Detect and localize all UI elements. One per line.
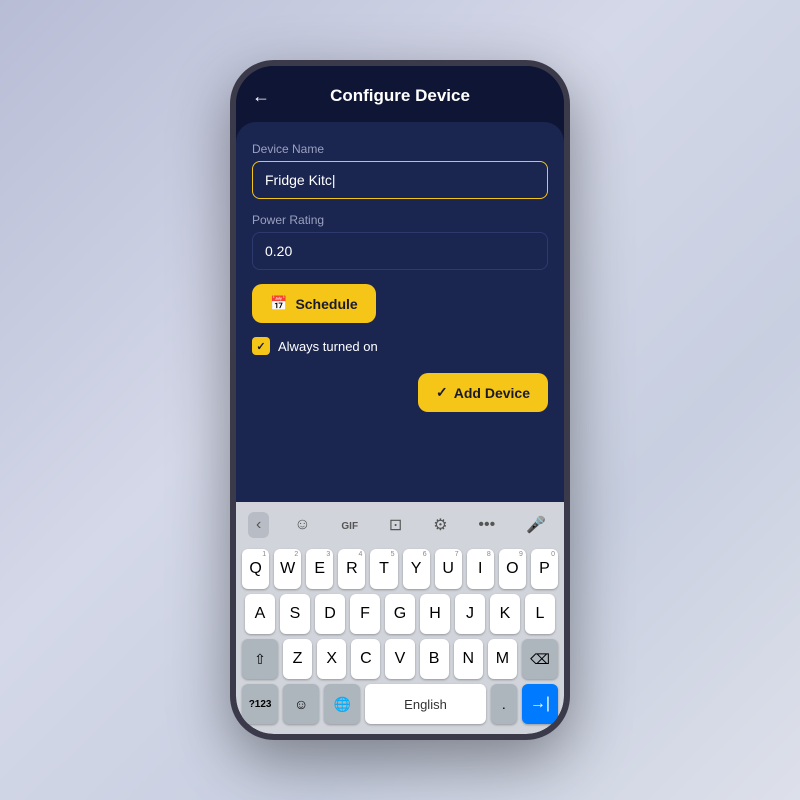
- phone-frame: ← Configure Device Device Name Power Rat…: [230, 60, 570, 740]
- keyboard-row-1: Q1 W2 E3 R4 T5 Y6 U7 I8 O9 P0: [240, 549, 560, 589]
- app-area: ← Configure Device Device Name Power Rat…: [236, 66, 564, 502]
- keyboard-bottom-row: ?123 ☺ 🌐 English . →|: [240, 684, 560, 724]
- space-key[interactable]: English: [365, 684, 486, 724]
- key-c[interactable]: C: [351, 639, 380, 679]
- key-d[interactable]: D: [315, 594, 345, 634]
- kb-more-button[interactable]: •••: [472, 514, 501, 536]
- device-name-input[interactable]: [252, 161, 548, 199]
- kb-back-button[interactable]: ‹: [248, 512, 269, 538]
- return-key[interactable]: →|: [522, 684, 558, 724]
- keyboard-toolbar: ‹ ☺ GIF ⊡ ⚙ ••• 🎤: [240, 508, 560, 544]
- key-o[interactable]: O9: [499, 549, 526, 589]
- schedule-button[interactable]: 📅 Schedule: [252, 284, 376, 323]
- always-on-checkbox[interactable]: [252, 337, 270, 355]
- calendar-icon: 📅: [270, 295, 287, 312]
- key-w[interactable]: W2: [274, 549, 301, 589]
- page-title: Configure Device: [330, 86, 470, 106]
- add-device-button[interactable]: ✓ Add Device: [418, 373, 548, 412]
- key-b[interactable]: B: [420, 639, 449, 679]
- checkmark-icon: ✓: [436, 384, 448, 401]
- keyboard-row-3: ⇧ Z X C V B N M ⌫: [240, 639, 560, 679]
- device-name-group: Device Name: [252, 142, 548, 199]
- nums-key[interactable]: ?123: [242, 684, 278, 724]
- key-s[interactable]: S: [280, 594, 310, 634]
- key-f[interactable]: F: [350, 594, 380, 634]
- device-name-label: Device Name: [252, 142, 548, 156]
- key-v[interactable]: V: [385, 639, 414, 679]
- keyboard-area: ‹ ☺ GIF ⊡ ⚙ ••• 🎤 Q1 W2 E3 R4 T5 Y6 U7 I…: [236, 502, 564, 734]
- add-device-row: ✓ Add Device: [252, 373, 548, 412]
- kb-settings-button[interactable]: ⚙: [427, 513, 453, 537]
- key-z[interactable]: Z: [283, 639, 312, 679]
- power-rating-label: Power Rating: [252, 213, 548, 227]
- add-device-label: Add Device: [454, 385, 530, 401]
- key-r[interactable]: R4: [338, 549, 365, 589]
- key-m[interactable]: M: [488, 639, 517, 679]
- power-rating-group: Power Rating: [252, 213, 548, 270]
- key-i[interactable]: I8: [467, 549, 494, 589]
- shift-key[interactable]: ⇧: [242, 639, 278, 679]
- key-h[interactable]: H: [420, 594, 450, 634]
- back-button[interactable]: ←: [252, 86, 270, 107]
- key-l[interactable]: L: [525, 594, 555, 634]
- key-n[interactable]: N: [454, 639, 483, 679]
- key-g[interactable]: G: [385, 594, 415, 634]
- key-t[interactable]: T5: [370, 549, 397, 589]
- key-y[interactable]: Y6: [403, 549, 430, 589]
- app-header: ← Configure Device: [236, 66, 564, 116]
- backspace-key[interactable]: ⌫: [522, 639, 558, 679]
- kb-mic-button[interactable]: 🎤: [520, 513, 552, 537]
- always-on-label: Always turned on: [278, 339, 378, 354]
- key-x[interactable]: X: [317, 639, 346, 679]
- key-u[interactable]: U7: [435, 549, 462, 589]
- key-p[interactable]: P0: [531, 549, 558, 589]
- keyboard-row-2: A S D F G H J K L: [240, 594, 560, 634]
- globe-key[interactable]: 🌐: [324, 684, 360, 724]
- always-on-row: Always turned on: [252, 337, 548, 355]
- power-rating-input[interactable]: [252, 232, 548, 270]
- key-k[interactable]: K: [490, 594, 520, 634]
- period-key[interactable]: .: [491, 684, 517, 724]
- key-a[interactable]: A: [245, 594, 275, 634]
- key-e[interactable]: E3: [306, 549, 333, 589]
- key-q[interactable]: Q1: [242, 549, 269, 589]
- emoji-key[interactable]: ☺: [283, 684, 319, 724]
- key-j[interactable]: J: [455, 594, 485, 634]
- schedule-label: Schedule: [295, 296, 357, 312]
- kb-clipboard-button[interactable]: ⊡: [383, 513, 408, 537]
- kb-emoji-button[interactable]: ☺: [288, 514, 316, 536]
- kb-gif-button[interactable]: GIF: [335, 514, 364, 536]
- app-content: Device Name Power Rating 📅 Schedule Alwa…: [236, 122, 564, 502]
